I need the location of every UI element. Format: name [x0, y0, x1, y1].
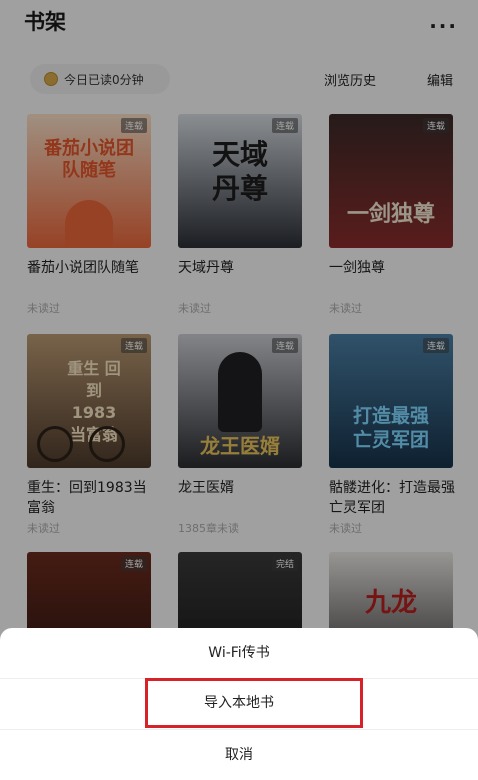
wifi-transfer-button[interactable]: Wi-Fi传书 — [0, 628, 478, 678]
cancel-button[interactable]: 取消 — [0, 730, 478, 780]
highlight-box — [145, 678, 363, 728]
